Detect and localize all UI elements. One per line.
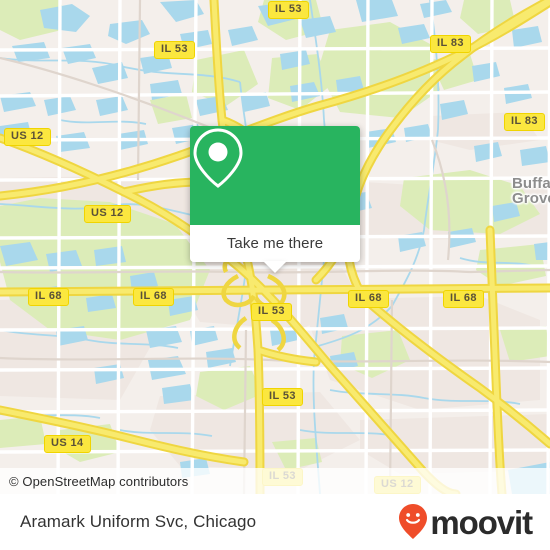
place-label-line2: Grove (512, 190, 550, 207)
map-attribution: © OpenStreetMap contributors (0, 468, 550, 494)
place-label-buffalo-grove: Buffalo Grove (512, 176, 550, 206)
moovit-wordmark: moovit (430, 503, 533, 541)
shield-il-53-lower: IL 53 (262, 388, 303, 406)
popup-action-row[interactable]: Take me there (190, 225, 360, 273)
footer-content: Aramark Uniform Svc, Chicago moovit (0, 494, 550, 550)
moovit-pin-smile-icon (399, 504, 428, 539)
shield-il-53-upper-left: IL 53 (154, 41, 195, 59)
shield-il-53-center: IL 53 (251, 303, 292, 321)
moovit-brand[interactable]: moovit (398, 503, 533, 541)
shield-il-68-midright: IL 68 (348, 290, 389, 308)
map-canvas[interactable]: Buffalo Grove IL 53 IL 53 IL 83 IL 83 US 12 U… (0, 0, 550, 494)
popup-pointer (263, 261, 287, 273)
shield-il-68-right: IL 68 (443, 290, 484, 308)
screenshot-root: Buffalo Grove IL 53 IL 53 IL 83 IL 83 US 12 U… (0, 0, 550, 550)
footer-bar: Aramark Uniform Svc, Chicago moovit (0, 494, 550, 550)
map-pin-icon (193, 128, 243, 188)
place-title: Aramark Uniform Svc, Chicago (20, 512, 257, 531)
shield-il-83-right: IL 83 (504, 113, 545, 131)
shield-il-83-top: IL 83 (430, 35, 471, 53)
shield-il-68-left: IL 68 (28, 288, 69, 306)
shield-il-68-midleft: IL 68 (133, 288, 174, 306)
shield-us-14-bottom: US 14 (44, 435, 91, 453)
shield-us-12-left: US 12 (4, 128, 51, 146)
take-me-there-label: Take me there (226, 235, 324, 252)
popup-icon-area (190, 126, 360, 225)
shield-us-12-mid: US 12 (84, 205, 131, 223)
shield-il-53-top: IL 53 (268, 1, 309, 19)
attribution-text: © OpenStreetMap contributors (9, 473, 189, 489)
location-popup-card[interactable]: Take me there (190, 126, 360, 273)
place-label-line1: Buffalo (512, 175, 550, 192)
